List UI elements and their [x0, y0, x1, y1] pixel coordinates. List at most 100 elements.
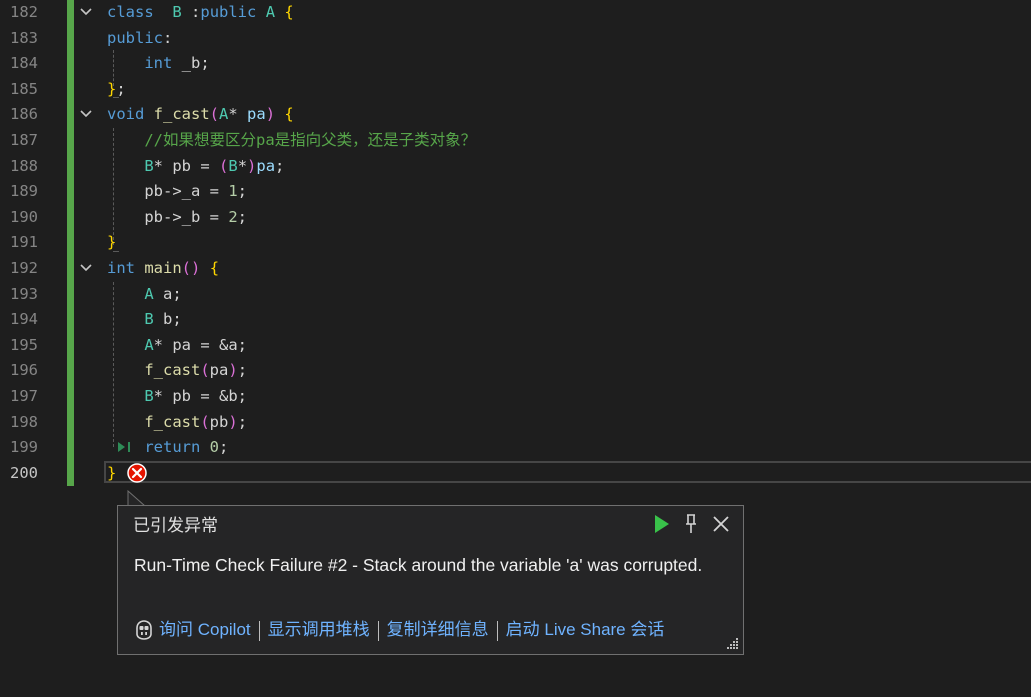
code-text: void f_cast(A* pa) {	[107, 102, 294, 128]
line-number: 189	[10, 182, 38, 201]
code-line[interactable]: 188 B* pb = (B*)pa;	[0, 154, 1031, 180]
code-line[interactable]: 186 void f_cast(A* pa) {	[0, 102, 1031, 128]
code-token: ;	[237, 182, 248, 201]
code-token: *	[228, 105, 248, 124]
line-number: 200	[10, 463, 38, 482]
show-call-stack-link[interactable]: 显示调用堆栈	[268, 620, 370, 639]
code-token: (	[200, 412, 210, 431]
code-token: A	[144, 335, 154, 354]
code-line[interactable]: 191}	[0, 230, 1031, 256]
code-text: f_cast(pa);	[107, 358, 247, 384]
code-token: B	[144, 156, 154, 175]
code-token: int	[144, 54, 173, 73]
line-number: 185	[10, 79, 38, 98]
code-token: void	[107, 105, 145, 124]
code-text: A* pa = &a;	[107, 333, 247, 359]
line-number: 184	[10, 54, 38, 73]
code-token: (	[209, 105, 220, 124]
code-line[interactable]: 199 return 0;	[0, 435, 1031, 461]
code-line[interactable]: 192 int main() {	[0, 256, 1031, 282]
code-token: ;	[237, 207, 248, 226]
code-token: B	[144, 387, 154, 405]
code-token: A	[219, 105, 229, 124]
code-line[interactable]: 190 pb->_b = 2;	[0, 205, 1031, 231]
close-icon[interactable]	[709, 512, 733, 536]
code-token: (	[219, 156, 229, 175]
chevron-down-icon[interactable]	[78, 0, 94, 26]
next-statement-icon	[118, 442, 130, 452]
code-line[interactable]: 184 int _b;	[0, 51, 1031, 77]
code-line[interactable]: 194 B b;	[0, 307, 1031, 333]
code-line[interactable]: 196 f_cast(pa);	[0, 358, 1031, 384]
code-token: * pb = &b;	[153, 387, 247, 405]
code-token: ;	[116, 79, 126, 98]
separator	[258, 620, 260, 641]
chevron-down-icon[interactable]	[78, 256, 94, 282]
code-token: ()	[181, 259, 201, 277]
code-token: * pb =	[153, 156, 219, 175]
copy-details-link[interactable]: 复制详细信息	[387, 620, 489, 639]
line-number: 193	[10, 284, 38, 303]
line-number: 195	[10, 335, 38, 354]
code-text: //如果想要区分pa是指向父类，还是子类对象？	[107, 128, 476, 154]
code-line[interactable]: 185};	[0, 77, 1031, 103]
line-number: 196	[10, 361, 38, 380]
code-token: {	[284, 3, 294, 21]
code-token: pa	[209, 361, 229, 380]
code-token: *	[237, 156, 248, 175]
current-line-highlight	[104, 461, 1031, 483]
code-text: B b;	[107, 307, 182, 333]
pin-icon[interactable]	[679, 512, 703, 536]
error-icon[interactable]	[127, 463, 147, 483]
code-text: pb->_b = 2;	[107, 205, 247, 231]
separator	[377, 620, 379, 641]
play-icon[interactable]	[649, 512, 673, 536]
code-text: class B :public A {	[107, 0, 294, 26]
resize-grip-icon[interactable]	[725, 636, 739, 650]
code-text: B* pb = (B*)pa;	[107, 154, 284, 180]
code-line[interactable]: 189 pb->_a = 1;	[0, 179, 1031, 205]
code-token: ;	[237, 361, 248, 380]
code-line[interactable]: 182 class B :public A {	[0, 0, 1031, 26]
code-line[interactable]: 198 f_cast(pb);	[0, 410, 1031, 436]
code-token: )	[247, 156, 257, 175]
ask-copilot-link[interactable]: 询问 Copilot	[159, 620, 251, 639]
code-line[interactable]: 187 //如果想要区分pa是指向父类，还是子类对象？	[0, 128, 1031, 154]
code-text: A a;	[107, 282, 181, 308]
code-token: B	[172, 3, 182, 21]
code-token: _b;	[172, 54, 210, 73]
code-line[interactable]: 183 public:	[0, 26, 1031, 52]
code-text: f_cast(pb);	[107, 410, 247, 436]
code-token: A	[144, 284, 154, 303]
code-line[interactable]: 193 A a;	[0, 282, 1031, 308]
code-token: return	[144, 438, 201, 457]
code-editor[interactable]: 182 class B :public A {183 public: 184 int …	[0, 0, 1031, 490]
exception-message: Run-Time Check Failure #2 - Stack around…	[134, 555, 703, 575]
exception-title: 已引发异常	[133, 516, 218, 535]
line-number: 191	[10, 233, 38, 252]
start-live-share-link[interactable]: 启动 Live Share 会话	[506, 620, 665, 639]
code-line[interactable]: 195 A* pa = &a;	[0, 333, 1031, 359]
code-token: b;	[153, 310, 182, 329]
chevron-down-icon[interactable]	[78, 102, 94, 128]
code-line[interactable]: 197 B* pb = &b;	[0, 384, 1031, 410]
code-token: {	[284, 105, 294, 124]
code-token: int	[107, 259, 135, 277]
code-token: (	[200, 361, 210, 380]
line-number: 194	[10, 310, 38, 329]
line-number: 187	[10, 131, 38, 149]
popup-actions: 询问 Copilot 显示调用堆栈 复制详细信息 启动 Live Share 会话	[133, 618, 664, 642]
code-token: }	[107, 233, 117, 252]
line-number: 197	[10, 387, 38, 405]
code-token: //如果想要区分pa是指向父类，还是子类对象？	[144, 131, 477, 149]
